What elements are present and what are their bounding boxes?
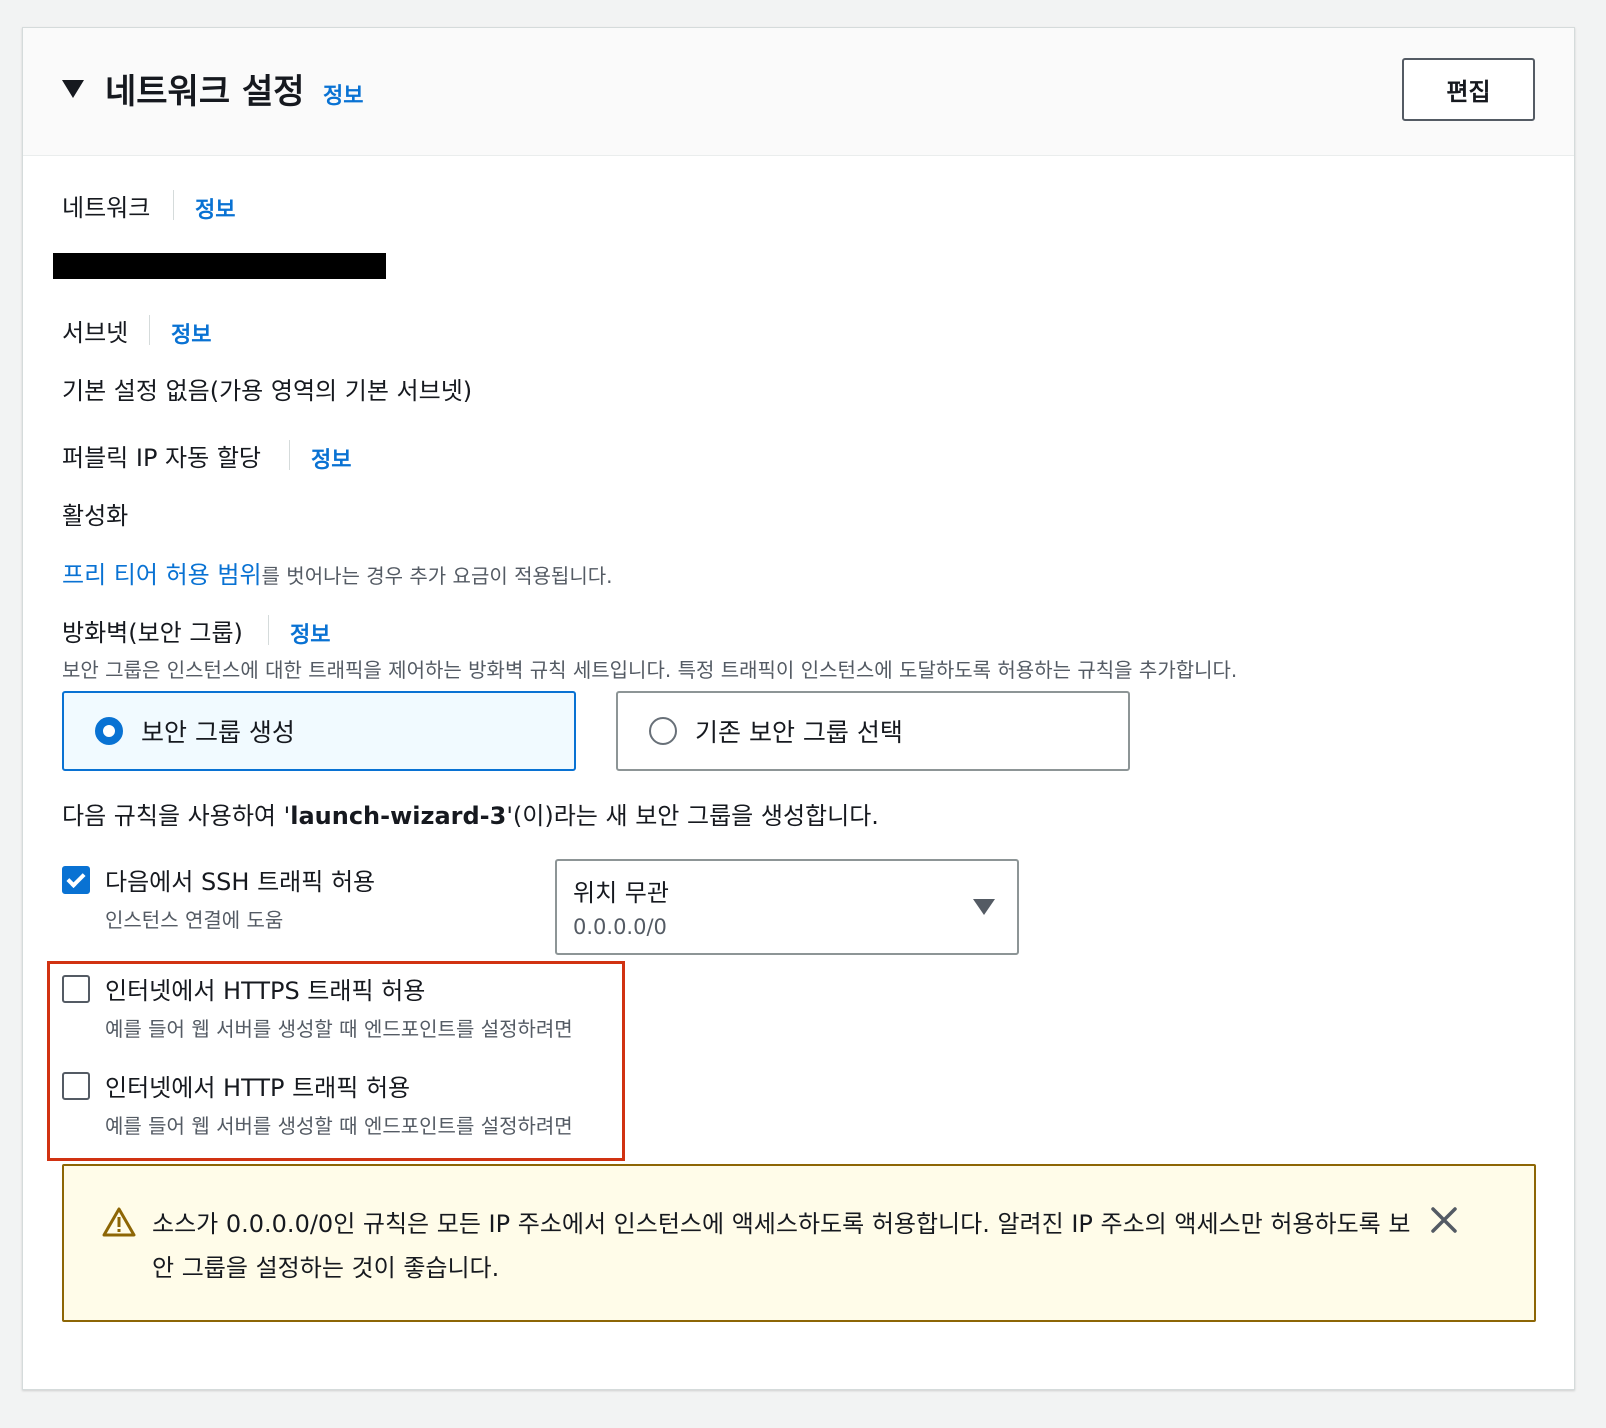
select-caret-icon [973, 899, 995, 915]
subnet-label: 서브넷 [62, 319, 129, 347]
http-checkbox[interactable] [62, 1072, 90, 1100]
firewall-info-link[interactable]: 정보 [290, 617, 330, 649]
public-ip-value: 활성화 [62, 502, 129, 530]
ssh-source-label: 위치 무관 [573, 879, 669, 907]
subnet-value: 기본 설정 없음(가용 영역의 기본 서브넷) [62, 377, 473, 405]
free-tier-link[interactable]: 프리 티어 허용 범위 [62, 561, 262, 589]
panel-header: 네트워크 설정 정보 편집 [23, 28, 1574, 156]
security-group-name: launch-wizard-3 [290, 802, 507, 830]
rule-summary-suffix: '(이)라는 새 보안 그룹을 생성합니다. [506, 802, 879, 830]
header-info-link[interactable]: 정보 [323, 78, 363, 110]
rule-summary-prefix: 다음 규칙을 사용하여 ' [62, 802, 291, 830]
network-label: 네트워크 [62, 194, 151, 222]
network-value-redacted [53, 253, 386, 279]
free-tier-note: 프리 티어 허용 범위를 벗어나는 경우 추가 요금이 적용됩니다. [62, 555, 612, 590]
public-ip-info-link[interactable]: 정보 [311, 442, 351, 474]
ssh-source-select[interactable]: 위치 무관 0.0.0.0/0 [555, 859, 1019, 955]
public-ip-label: 퍼블릭 IP 자동 할당 [62, 444, 261, 472]
ssh-rule-label: 다음에서 SSH 트래픽 허용 [105, 868, 376, 896]
ssh-rule-description: 인스턴스 연결에 도움 [105, 908, 284, 932]
radio-unselected[interactable] [649, 717, 677, 745]
page-title: 네트워크 설정 [105, 72, 305, 112]
caret-down-icon[interactable] [62, 80, 84, 98]
divider [268, 615, 269, 645]
http-rule-description: 예를 들어 웹 서버를 생성할 때 엔드포인트를 설정하려면 [105, 1114, 573, 1138]
checkmark-icon [66, 868, 86, 889]
select-existing-group-tile[interactable]: 기존 보안 그룹 선택 [616, 691, 1130, 771]
network-settings-panel: 네트워크 설정 정보 편집 네트워크 정보 서브넷 정보 기본 설정 없음(가용… [22, 27, 1575, 1390]
divider [149, 315, 150, 345]
subnet-info-link[interactable]: 정보 [171, 317, 211, 349]
https-rule-description: 예를 들어 웹 서버를 생성할 때 엔드포인트를 설정하려면 [105, 1017, 573, 1041]
alert-text: 소스가 0.0.0.0/0인 규칙은 모든 IP 주소에서 인스턴스에 액세스하… [152, 1210, 1411, 1282]
select-existing-group-label: 기존 보안 그룹 선택 [695, 718, 903, 747]
radio-selected[interactable] [95, 717, 123, 745]
rule-summary: 다음 규칙을 사용하여 'launch-wizard-3'(이)라는 새 보안 … [62, 796, 879, 831]
warning-icon [102, 1207, 136, 1237]
firewall-label: 방화벽(보안 그룹) [62, 619, 243, 647]
ssh-source-value: 0.0.0.0/0 [573, 915, 667, 939]
create-security-group-tile[interactable]: 보안 그룹 생성 [62, 691, 576, 771]
https-rule-label: 인터넷에서 HTTPS 트래픽 허용 [105, 977, 426, 1005]
free-tier-text: 를 벗어나는 경우 추가 요금이 적용됩니다. [261, 564, 613, 588]
warning-alert: 소스가 0.0.0.0/0인 규칙은 모든 IP 주소에서 인스턴스에 액세스하… [62, 1164, 1536, 1322]
close-icon[interactable] [1428, 1204, 1460, 1236]
network-info-link[interactable]: 정보 [195, 192, 235, 224]
divider [173, 190, 174, 220]
ssh-checkbox[interactable] [62, 866, 90, 894]
http-rule-label: 인터넷에서 HTTP 트래픽 허용 [105, 1074, 411, 1102]
firewall-description: 보안 그룹은 인스턴스에 대한 트래픽을 제어하는 방화벽 규칙 세트입니다. … [62, 658, 1238, 682]
edit-button[interactable]: 편집 [1402, 58, 1535, 121]
https-checkbox[interactable] [62, 975, 90, 1003]
create-security-group-label: 보안 그룹 생성 [141, 718, 295, 747]
divider [289, 440, 290, 470]
